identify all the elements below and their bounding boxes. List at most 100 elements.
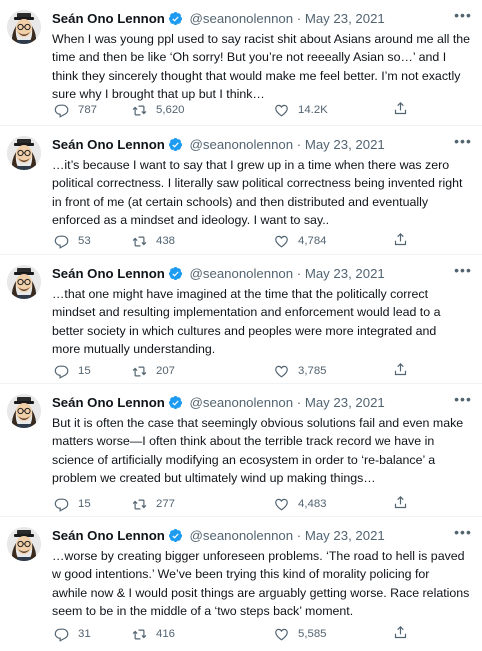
like-button[interactable]: 14.2K: [274, 101, 328, 119]
tweet-actions: 53 438 4,784: [52, 232, 472, 250]
share-icon: [394, 233, 407, 246]
reply-button[interactable]: 31: [54, 625, 91, 643]
tweet-date[interactable]: May 23, 2021: [305, 395, 385, 410]
more-icon[interactable]: •••: [454, 392, 472, 411]
like-button[interactable]: 5,585: [274, 625, 327, 643]
tweet-text-line: science of artificially modifying an eco…: [52, 452, 436, 467]
like-button[interactable]: 4,784: [274, 232, 327, 250]
tweet-text: But it is often the case that seemingly …: [52, 414, 478, 487]
like-count: 4,784: [298, 235, 327, 247]
tweet-text-line: …worse by creating bigger unforeseen pro…: [52, 549, 465, 563]
share-button[interactable]: [393, 232, 408, 247]
verified-badge-icon: [168, 11, 182, 26]
retweet-icon: [132, 499, 147, 509]
tweet[interactable]: Seán Ono Lennon @seanonolennon · May 23,…: [0, 0, 482, 126]
like-button[interactable]: 3,785: [274, 362, 327, 380]
tweet-date[interactable]: May 23, 2021: [305, 137, 385, 152]
retweet-count: 438: [156, 235, 176, 247]
reply-button[interactable]: 15: [54, 362, 91, 380]
author-handle[interactable]: @seanonolennon: [190, 395, 294, 410]
more-icon[interactable]: •••: [454, 8, 472, 27]
like-count: 4,483: [298, 498, 327, 510]
reply-icon: [54, 498, 69, 512]
retweet-icon: [132, 236, 147, 246]
retweet-button[interactable]: 416: [132, 625, 175, 643]
tweet[interactable]: Seán Ono Lennon @seanonolennon · May 23,…: [0, 384, 482, 517]
avatar-icon[interactable]: [7, 136, 41, 170]
tweet[interactable]: Seán Ono Lennon @seanonolennon · May 23,…: [0, 255, 482, 384]
retweet-button[interactable]: 277: [132, 495, 175, 513]
author-name[interactable]: Seán Ono Lennon: [52, 11, 165, 26]
tweet-text-line: …that one might have imagined at the tim…: [52, 287, 429, 301]
share-button[interactable]: [393, 625, 408, 640]
tweet-header: Seán Ono Lennon @seanonolennon · May 23,…: [52, 394, 472, 412]
tweet-text-line: think they sincerely thought that would …: [52, 68, 461, 83]
tweet-text-line: …it’s because I want to say that I grew …: [52, 158, 450, 172]
tweet-date[interactable]: May 23, 2021: [305, 266, 385, 281]
separator: ·: [296, 528, 302, 543]
tweet-text-line: more mutually understanding.: [52, 341, 216, 356]
tweet-text-line: awhile now & I would posit things are ar…: [52, 585, 470, 600]
author-name[interactable]: Seán Ono Lennon: [52, 528, 165, 543]
tweet-header: Seán Ono Lennon @seanonolennon · May 23,…: [52, 527, 472, 545]
author-name[interactable]: Seán Ono Lennon: [52, 395, 165, 410]
more-icon[interactable]: •••: [454, 263, 472, 282]
reply-count: 787: [78, 104, 98, 116]
reply-button[interactable]: 15: [54, 495, 91, 513]
reply-button[interactable]: 787: [54, 101, 97, 119]
avatar-icon[interactable]: [7, 265, 41, 299]
tweet-thread: Seán Ono Lennon @seanonolennon · May 23,…: [0, 0, 482, 651]
author-name[interactable]: Seán Ono Lennon: [52, 266, 165, 281]
author-handle[interactable]: @seanonolennon: [190, 266, 294, 281]
share-button[interactable]: [393, 101, 408, 116]
tweet-text-line: in front of me (at certain schools) and …: [52, 194, 429, 209]
verified-badge-icon: [168, 395, 182, 410]
like-count: 5,585: [298, 628, 327, 640]
author-handle[interactable]: @seanonolennon: [190, 528, 294, 543]
tweet-text-line: time and then be like ‘Oh sorry! But you…: [52, 50, 447, 65]
verified-badge-icon: [168, 137, 182, 152]
like-count: 3,785: [298, 365, 327, 377]
more-icon[interactable]: •••: [454, 134, 472, 153]
retweet-icon: [132, 105, 147, 115]
reply-icon: [54, 235, 69, 249]
avatar-icon[interactable]: [7, 10, 41, 44]
reply-button[interactable]: 53: [54, 232, 91, 250]
tweet-text: …worse by creating bigger unforeseen pro…: [52, 547, 478, 620]
like-count: 14.2K: [298, 104, 328, 116]
reply-count: 53: [78, 235, 91, 247]
heart-icon: [275, 628, 288, 641]
like-button[interactable]: 4,483: [274, 495, 327, 513]
retweet-count: 416: [156, 628, 176, 640]
share-button[interactable]: [393, 362, 408, 377]
share-icon: [394, 496, 407, 509]
retweet-button[interactable]: 5,620: [132, 101, 185, 119]
share-button[interactable]: [393, 495, 408, 510]
avatar-icon[interactable]: [7, 527, 41, 561]
heart-icon: [275, 235, 288, 248]
tweet-actions: 787 5,620 14.2K: [52, 101, 472, 119]
tweet-date[interactable]: May 23, 2021: [305, 528, 385, 543]
separator: ·: [296, 395, 302, 410]
reply-count: 15: [78, 365, 91, 377]
tweet[interactable]: Seán Ono Lennon @seanonolennon · May 23,…: [0, 126, 482, 255]
author-handle[interactable]: @seanonolennon: [190, 137, 294, 152]
retweet-button[interactable]: 438: [132, 232, 175, 250]
retweet-count: 207: [156, 365, 176, 377]
retweet-button[interactable]: 207: [132, 362, 175, 380]
tweet-date[interactable]: May 23, 2021: [305, 11, 385, 26]
author-name[interactable]: Seán Ono Lennon: [52, 137, 165, 152]
avatar-icon[interactable]: [7, 394, 41, 428]
heart-icon: [275, 365, 288, 378]
reply-count: 15: [78, 498, 91, 510]
tweet-text-line: mindset and resulting implementation and…: [52, 305, 441, 320]
retweet-count: 5,620: [156, 104, 185, 116]
author-handle[interactable]: @seanonolennon: [190, 11, 294, 26]
tweet-header: Seán Ono Lennon @seanonolennon · May 23,…: [52, 136, 472, 154]
reply-count: 31: [78, 628, 91, 640]
retweet-icon: [132, 629, 147, 639]
tweet-header: Seán Ono Lennon @seanonolennon · May 23,…: [52, 265, 472, 283]
tweet[interactable]: Seán Ono Lennon @seanonolennon · May 23,…: [0, 517, 482, 651]
tweet-text-line: w good intentions.’ We’ve been trying th…: [52, 567, 430, 582]
more-icon[interactable]: •••: [454, 525, 472, 544]
